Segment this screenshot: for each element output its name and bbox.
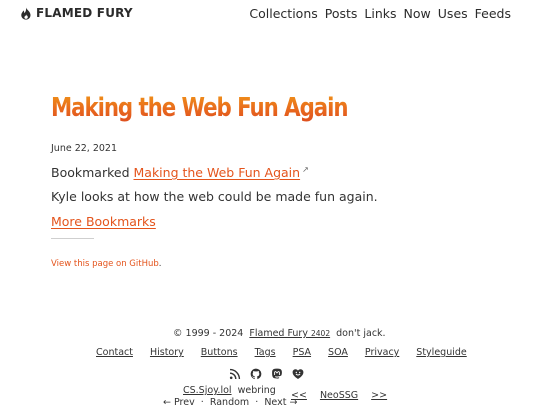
- more-bookmarks-link[interactable]: More Bookmarks: [51, 214, 156, 229]
- bookmark-link[interactable]: Making the Web Fun Again: [134, 165, 301, 180]
- copyright-prefix: © 1999 - 2024: [173, 328, 244, 339]
- post-summary: Kyle looks at how the web could be made …: [51, 189, 378, 204]
- footer-link-soa[interactable]: SOA: [328, 347, 348, 358]
- nav-links[interactable]: Links: [364, 6, 396, 21]
- webring-nav: ← Prev · Random · Next →: [163, 397, 297, 405]
- heart-smile-icon[interactable]: [292, 368, 304, 380]
- webring-line: CS.Sjoy.lol webring: [183, 385, 276, 396]
- github-page-link[interactable]: View this page on GitHub: [51, 259, 159, 269]
- webring-label: webring: [237, 385, 276, 396]
- footer-link-tags[interactable]: Tags: [255, 347, 276, 358]
- footer-link-psa[interactable]: PSA: [293, 347, 311, 358]
- webring-sep: ·: [255, 397, 259, 405]
- webring-random[interactable]: Random: [210, 397, 249, 405]
- webring-sep: ·: [200, 397, 204, 405]
- nav-now[interactable]: Now: [404, 6, 431, 21]
- post-date: June 22, 2021: [51, 143, 118, 154]
- page-title: Making the Web Fun Again: [51, 88, 412, 128]
- neossg-next[interactable]: >>: [371, 390, 387, 401]
- github-line: View this page on GitHub.: [51, 259, 161, 269]
- post-main: Making the Web Fun Again June 22, 2021 B…: [51, 88, 491, 269]
- site-year: 2402: [311, 329, 331, 338]
- nav-posts[interactable]: Posts: [325, 6, 358, 21]
- site-name-link[interactable]: Flamed Fury 2402: [249, 328, 330, 339]
- copyright: © 1999 - 2024 Flamed Fury 2402 don't jac…: [173, 328, 386, 339]
- site-name: Flamed Fury: [249, 328, 308, 339]
- footer-link-buttons[interactable]: Buttons: [201, 347, 238, 358]
- webring-link[interactable]: CS.Sjoy.lol: [183, 385, 232, 396]
- rss-icon[interactable]: [229, 368, 241, 380]
- nav-uses[interactable]: Uses: [438, 6, 468, 21]
- bookmarked-prefix: Bookmarked: [51, 165, 130, 181]
- mastodon-icon[interactable]: [271, 368, 283, 380]
- footer-link-history[interactable]: History: [150, 347, 184, 358]
- site-header: FLAMED FURY Collections Posts Links Now …: [0, 0, 540, 28]
- tagline: don't jack.: [336, 328, 386, 339]
- footer-link-privacy[interactable]: Privacy: [365, 347, 399, 358]
- brand-link[interactable]: FLAMED FURY: [20, 6, 133, 20]
- social-icons: [229, 368, 304, 380]
- external-link-icon: ↗: [302, 165, 309, 174]
- webring-prev[interactable]: ← Prev: [163, 397, 195, 405]
- nav-collections[interactable]: Collections: [249, 6, 317, 21]
- nav-feeds[interactable]: Feeds: [475, 6, 511, 21]
- github-suffix: .: [158, 259, 162, 269]
- flame-icon: [20, 7, 32, 20]
- footer-links: Contact History Buttons Tags PSA SOA Pri…: [96, 347, 484, 358]
- brand-name: FLAMED FURY: [36, 6, 133, 20]
- divider: [51, 238, 94, 239]
- neossg-prev[interactable]: <<: [291, 390, 307, 401]
- footer-link-styleguide[interactable]: Styleguide: [416, 347, 466, 358]
- neossg-ring: << NeoSSG >>: [291, 390, 397, 401]
- github-icon[interactable]: [250, 368, 262, 380]
- neossg-link[interactable]: NeoSSG: [320, 390, 358, 401]
- footer-link-contact[interactable]: Contact: [96, 347, 133, 358]
- bookmark-line: Bookmarked Making the Web Fun Again ↗: [51, 165, 309, 180]
- main-nav: Collections Posts Links Now Uses Feeds: [249, 6, 511, 21]
